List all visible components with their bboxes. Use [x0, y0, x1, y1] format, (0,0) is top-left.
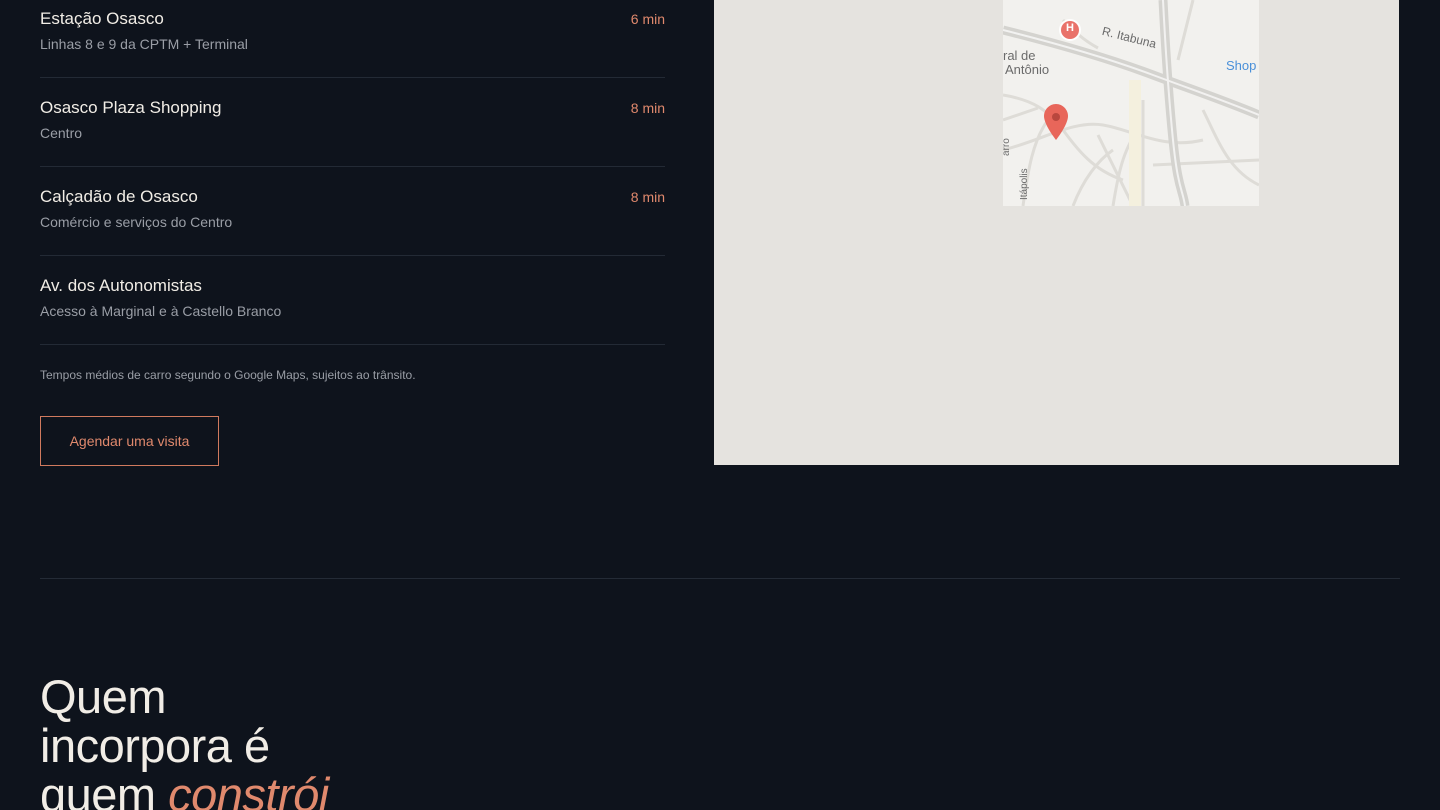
- travel-time: 8 min: [630, 100, 665, 116]
- travel-time: 6 min: [630, 11, 665, 27]
- heading-accent-word: constrói: [168, 768, 329, 810]
- place-name: Estação Osasco: [40, 9, 164, 28]
- heading-line: Quem: [40, 670, 166, 723]
- section-divider: [40, 578, 1400, 579]
- place-description: Linhas 8 e 9 da CPTM + Terminal: [40, 36, 248, 52]
- map-tile[interactable]: H R. Itabuna ral de Antônio Shop Itápoli…: [1003, 0, 1259, 206]
- map-area-label: Antônio: [1005, 62, 1050, 77]
- map-shop-label: Shop: [1226, 58, 1257, 73]
- map-street-label: Itápolis: [1019, 168, 1030, 200]
- list-item: Osasco Plaza Shopping Centro 8 min: [40, 78, 665, 167]
- section-heading: Quem incorpora é quem constrói: [40, 672, 329, 810]
- place-description: Centro: [40, 125, 83, 141]
- list-item: Calçadão de Osasco Comércio e serviços d…: [40, 167, 665, 256]
- map-street-label: arro: [1003, 138, 1012, 156]
- place-name: Calçadão de Osasco: [40, 187, 198, 206]
- list-item: Estação Osasco Linhas 8 e 9 da CPTM + Te…: [40, 0, 665, 78]
- place-description: Comércio e serviços do Centro: [40, 214, 233, 230]
- schedule-visit-button[interactable]: Agendar uma visita: [40, 416, 219, 466]
- list-item: Av. dos Autonomistas Acesso à Marginal e…: [40, 256, 665, 345]
- heading-word: quem: [40, 768, 156, 810]
- nearby-places-list: Estação Osasco Linhas 8 e 9 da CPTM + Te…: [40, 0, 665, 345]
- place-description: Acesso à Marginal e à Castello Branco: [40, 303, 282, 319]
- travel-time: 8 min: [630, 189, 665, 205]
- map-area-label: ral de: [1003, 48, 1036, 63]
- page: Estação Osasco Linhas 8 e 9 da CPTM + Te…: [0, 0, 1440, 810]
- location-map[interactable]: H R. Itabuna ral de Antônio Shop Itápoli…: [714, 0, 1399, 465]
- place-name: Av. dos Autonomistas: [40, 276, 202, 295]
- heading-line: quem constrói: [40, 770, 329, 810]
- travel-time-note: Tempos médios de carro segundo o Google …: [40, 368, 416, 382]
- place-name: Osasco Plaza Shopping: [40, 98, 222, 117]
- heading-line: incorpora é: [40, 719, 270, 772]
- hospital-icon-label: H: [1066, 22, 1074, 34]
